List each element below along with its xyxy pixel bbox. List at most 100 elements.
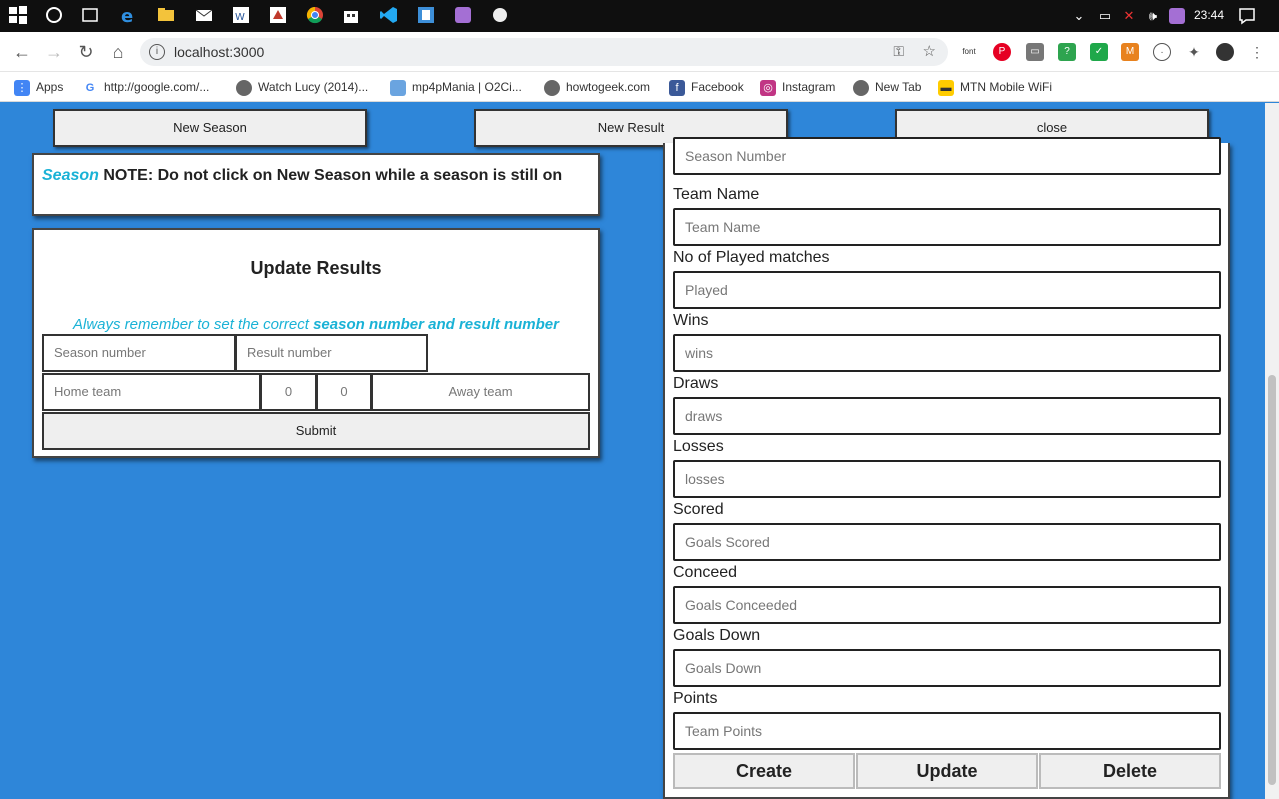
app-icon[interactable] — [416, 5, 436, 25]
extension-check-icon[interactable]: ✓ — [1090, 43, 1108, 61]
battery-icon[interactable]: ▭ — [1096, 7, 1114, 25]
losses-field[interactable]: losses — [673, 460, 1221, 498]
info-icon[interactable]: i — [149, 44, 165, 60]
extension-question-icon[interactable]: ? — [1058, 43, 1076, 61]
bookmark-mp4pmania[interactable]: mp4pMania | O2Ci... — [390, 78, 522, 96]
windows-start-icon[interactable] — [8, 5, 28, 25]
draws-label: Draws — [673, 375, 719, 392]
browser-toolbar: ← → ↻ ⌂ i localhost:3000 ⚿ ☆ font P ▭ ? … — [0, 32, 1279, 72]
puzzle-icon[interactable]: ✦ — [1185, 43, 1203, 61]
apps-grid-icon: ⋮ — [14, 79, 30, 96]
page-content: New Season New Result close Season NOTE:… — [0, 103, 1265, 799]
svg-text:e: e — [121, 6, 133, 25]
menu-dots-icon[interactable]: ⋮ — [1248, 43, 1266, 61]
cast-icon[interactable]: ▭ — [1026, 43, 1044, 61]
globe-icon — [853, 79, 869, 96]
app-icon-purple[interactable] — [453, 5, 473, 25]
windows-taskbar: e W ⌄ ▭ ✕ 🕪 23:44 — [0, 0, 1279, 32]
pdf-icon[interactable] — [268, 5, 288, 25]
team-form-card: Season Number Team Name Team Name No of … — [663, 137, 1230, 799]
star-icon[interactable]: ☆ — [923, 42, 936, 60]
draws-field[interactable]: draws — [673, 397, 1221, 435]
tray-app-icon[interactable] — [1168, 7, 1186, 25]
word-icon[interactable]: W — [231, 5, 251, 25]
season-number-field[interactable]: Season Number — [673, 137, 1221, 175]
svg-text:W: W — [235, 12, 245, 23]
key-icon[interactable]: ⚿ — [893, 43, 904, 60]
update-results-title: Update Results — [250, 258, 382, 278]
vscode-icon[interactable] — [379, 5, 399, 25]
mp4pmania-icon — [390, 79, 406, 96]
update-results-hint: Always remember to set the correct seaso… — [73, 316, 559, 333]
bookmark-howtogeek[interactable]: howtogeek.com — [544, 78, 650, 96]
points-label: Points — [673, 690, 718, 707]
bookmark-facebook[interactable]: f Facebook — [669, 78, 744, 96]
pinterest-icon[interactable]: P — [993, 43, 1011, 61]
bookmark-apps[interactable]: ⋮ Apps — [14, 78, 63, 96]
page-scrollbar[interactable] — [1265, 103, 1279, 799]
edge-icon[interactable]: e — [118, 5, 138, 25]
file-explorer-icon[interactable] — [156, 5, 176, 25]
network-off-icon[interactable]: ✕ — [1120, 7, 1138, 25]
create-button[interactable]: Create — [673, 753, 855, 789]
globe-icon — [236, 79, 252, 96]
conceded-label: Conceed — [673, 564, 738, 581]
goals-down-field[interactable]: Goals Down — [673, 649, 1221, 687]
away-team-input[interactable]: Away team — [371, 373, 590, 411]
delete-button[interactable]: Delete — [1039, 753, 1221, 789]
app-icon-misc[interactable] — [490, 5, 510, 25]
metamask-icon[interactable]: M — [1121, 43, 1139, 61]
search-circle-icon[interactable] — [44, 5, 64, 25]
google-icon: G — [82, 79, 98, 96]
result-number-input[interactable]: Result number — [235, 334, 428, 372]
new-season-button[interactable]: New Season — [53, 109, 367, 147]
season-number-input[interactable]: Season number — [42, 334, 236, 372]
goals-conceded-field[interactable]: Goals Conceeded — [673, 586, 1221, 624]
update-results-card: Update Results Always remember to set th… — [32, 228, 600, 458]
notification-icon[interactable] — [1238, 7, 1256, 25]
mtn-icon: ▬ — [938, 79, 954, 96]
globe-icon — [544, 79, 560, 96]
extension-circle-icon[interactable]: · — [1153, 43, 1171, 61]
submit-button[interactable]: Submit — [42, 412, 590, 450]
forward-arrow-icon[interactable]: → — [42, 40, 66, 64]
bookmark-mtn[interactable]: ▬ MTN Mobile WiFi — [938, 78, 1052, 96]
avatar[interactable] — [1216, 43, 1234, 61]
team-points-field[interactable]: Team Points — [673, 712, 1221, 750]
font-extension-icon[interactable]: font — [960, 43, 978, 61]
goals-scored-field[interactable]: Goals Scored — [673, 523, 1221, 561]
chevron-up-icon[interactable]: ⌄ — [1070, 7, 1088, 25]
mail-icon[interactable] — [194, 5, 214, 25]
update-button[interactable]: Update — [856, 753, 1038, 789]
home-team-input[interactable]: Home team — [42, 373, 261, 411]
bookmark-watch-lucy[interactable]: Watch Lucy (2014)... — [236, 78, 368, 96]
bookmarks-bar: ⋮ Apps Ghttp://google.com/... Watch Lucy … — [0, 72, 1279, 102]
address-bar[interactable]: i localhost:3000 ⚿ ☆ — [140, 38, 948, 66]
scrollbar-thumb[interactable] — [1268, 375, 1276, 785]
bookmark-instagram[interactable]: ◎ Instagram — [760, 78, 835, 96]
wins-label: Wins — [673, 312, 709, 329]
home-score-input[interactable]: 0 — [260, 373, 317, 411]
team-name-field[interactable]: Team Name — [673, 208, 1221, 246]
reload-icon[interactable]: ↻ — [74, 40, 98, 64]
home-icon[interactable]: ⌂ — [106, 40, 130, 64]
away-score-input[interactable]: 0 — [316, 373, 372, 411]
goals-down-label: Goals Down — [673, 627, 761, 644]
bookmark-new-tab[interactable]: New Tab — [853, 78, 921, 96]
bookmark-google[interactable]: Ghttp://google.com/... — [82, 78, 209, 96]
scored-label: Scored — [673, 501, 724, 518]
facebook-icon: f — [669, 79, 685, 96]
address-url[interactable]: localhost:3000 — [174, 44, 264, 60]
back-arrow-icon[interactable]: ← — [10, 40, 34, 64]
losses-label: Losses — [673, 438, 724, 455]
clock[interactable]: 23:44 — [1194, 8, 1224, 22]
played-label: No of Played matches — [673, 249, 830, 266]
team-name-label: Team Name — [673, 186, 760, 203]
store-icon[interactable] — [341, 5, 361, 25]
chrome-icon[interactable] — [305, 5, 325, 25]
task-view-icon[interactable] — [80, 5, 100, 25]
season-note-card: Season NOTE: Do not click on New Season … — [32, 153, 600, 216]
wins-field[interactable]: wins — [673, 334, 1221, 372]
played-field[interactable]: Played — [673, 271, 1221, 309]
volume-icon[interactable]: 🕪 — [1144, 7, 1162, 25]
